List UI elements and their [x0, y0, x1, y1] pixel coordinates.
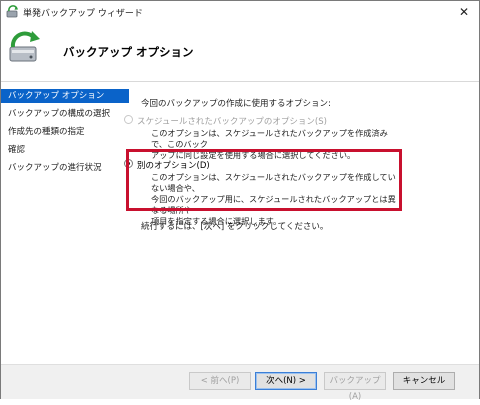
scheduled-desc-line-1: このオプションは、スケジュールされたバックアップを作成済みで、このバック — [151, 128, 388, 149]
sidebar-item-backup-options[interactable]: バックアップ オプション — [1, 89, 129, 103]
sidebar-item-confirmation[interactable]: 確認 — [1, 143, 129, 157]
wizard-steps-nav: バックアップ オプション バックアップの構成の選択 作成先の種類の指定 確認 バ… — [1, 87, 129, 364]
wizard-header: バックアップ オプション — [1, 23, 479, 82]
continue-instruction: 続行するには、[次へ] をクリックしてください。 — [141, 222, 329, 232]
scheduled-options-label[interactable]: スケジュールされたバックアップのオプション(S) — [137, 115, 327, 127]
wizard-content: 今回のバックアップの作成に使用するオプション: スケジュールされたバックアップの… — [124, 87, 473, 357]
backup-wizard-icon — [9, 31, 40, 62]
sidebar-item-select-configuration[interactable]: バックアップの構成の選択 — [1, 107, 129, 121]
wizard-window: 単発バックアップ ウィザード ✕ バックアップ オプション バックアップ オプシ… — [0, 0, 480, 402]
back-button[interactable]: < 前へ(P) — [189, 372, 251, 390]
close-button[interactable]: ✕ — [455, 3, 473, 21]
next-button[interactable]: 次へ(N) > — [255, 372, 317, 390]
backup-app-icon — [6, 5, 18, 18]
cancel-button[interactable]: キャンセル — [393, 372, 455, 390]
sidebar-item-destination-type[interactable]: 作成先の種類の指定 — [1, 125, 129, 139]
backup-button[interactable]: バックアップ(A) — [324, 372, 386, 402]
scheduled-options-radio[interactable] — [124, 115, 133, 124]
intro-text: 今回のバックアップの作成に使用するオプション: — [141, 99, 331, 109]
page-title: バックアップ オプション — [63, 45, 194, 59]
sidebar-item-backup-progress[interactable]: バックアップの進行状況 — [1, 161, 129, 175]
selection-highlight-box — [126, 149, 402, 211]
title-bar: 単発バックアップ ウィザード ✕ — [1, 1, 479, 23]
window-title: 単発バックアップ ウィザード — [23, 9, 143, 19]
wizard-footer: < 前へ(P) 次へ(N) > バックアップ(A) キャンセル — [1, 364, 479, 402]
